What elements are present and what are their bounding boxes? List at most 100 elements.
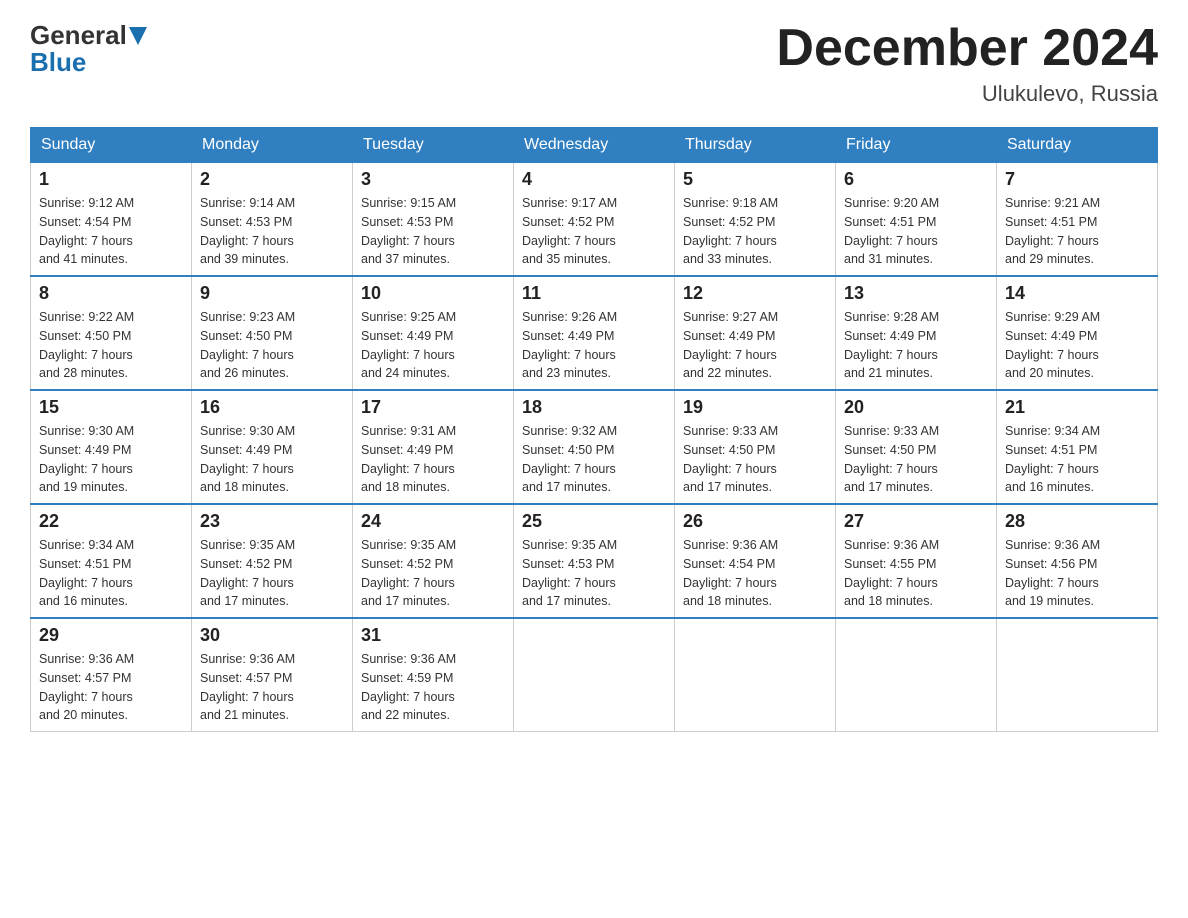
location-text: Ulukulevo, Russia [776, 81, 1158, 107]
table-row: 1 Sunrise: 9:12 AMSunset: 4:54 PMDaylight… [31, 163, 192, 277]
day-info: Sunrise: 9:29 AMSunset: 4:49 PMDaylight:… [1005, 308, 1149, 383]
day-number: 22 [39, 511, 183, 532]
day-number: 30 [200, 625, 344, 646]
table-row: 22 Sunrise: 9:34 AMSunset: 4:51 PMDayligh… [31, 504, 192, 618]
calendar-week-3: 15 Sunrise: 9:30 AMSunset: 4:49 PMDayligh… [31, 390, 1158, 504]
day-number: 24 [361, 511, 505, 532]
day-number: 13 [844, 283, 988, 304]
day-number: 10 [361, 283, 505, 304]
table-row: 29 Sunrise: 9:36 AMSunset: 4:57 PMDayligh… [31, 618, 192, 732]
day-info: Sunrise: 9:35 AMSunset: 4:52 PMDaylight:… [200, 536, 344, 611]
page-header: General Blue December 2024 Ulukulevo, Ru… [30, 20, 1158, 107]
day-info: Sunrise: 9:32 AMSunset: 4:50 PMDaylight:… [522, 422, 666, 497]
day-number: 8 [39, 283, 183, 304]
calendar-week-1: 1 Sunrise: 9:12 AMSunset: 4:54 PMDaylight… [31, 163, 1158, 277]
day-info: Sunrise: 9:33 AMSunset: 4:50 PMDaylight:… [683, 422, 827, 497]
table-row: 16Sunrise: 9:30 AMSunset: 4:49 PMDayligh… [192, 390, 353, 504]
table-row: 3Sunrise: 9:15 AMSunset: 4:53 PMDaylight… [353, 163, 514, 277]
day-info: Sunrise: 9:27 AMSunset: 4:49 PMDaylight:… [683, 308, 827, 383]
table-row: 10 Sunrise: 9:25 AMSunset: 4:49 PMDayligh… [353, 276, 514, 390]
day-number: 31 [361, 625, 505, 646]
day-info: Sunrise: 9:21 AMSunset: 4:51 PMDaylight:… [1005, 194, 1149, 269]
day-number: 9 [200, 283, 344, 304]
calendar-table: Sunday Monday Tuesday Wednesday Thursday… [30, 127, 1158, 732]
day-number: 17 [361, 397, 505, 418]
table-row [514, 618, 675, 732]
logo: General Blue [30, 20, 147, 78]
day-number: 4 [522, 169, 666, 190]
table-row: 14Sunrise: 9:29 AMSunset: 4:49 PMDayligh… [997, 276, 1158, 390]
calendar-week-4: 22 Sunrise: 9:34 AMSunset: 4:51 PMDayligh… [31, 504, 1158, 618]
col-sunday: Sunday [31, 128, 192, 163]
table-row: 2 Sunrise: 9:14 AMSunset: 4:53 PMDaylight… [192, 163, 353, 277]
day-info: Sunrise: 9:12 AMSunset: 4:54 PMDaylight:… [39, 194, 183, 269]
day-number: 2 [200, 169, 344, 190]
day-info: Sunrise: 9:34 AMSunset: 4:51 PMDaylight:… [1005, 422, 1149, 497]
table-row: 27 Sunrise: 9:36 AMSunset: 4:55 PMDayligh… [836, 504, 997, 618]
table-row: 30 Sunrise: 9:36 AMSunset: 4:57 PMDayligh… [192, 618, 353, 732]
table-row: 7 Sunrise: 9:21 AMSunset: 4:51 PMDaylight… [997, 163, 1158, 277]
day-number: 26 [683, 511, 827, 532]
calendar-header-row: Sunday Monday Tuesday Wednesday Thursday… [31, 128, 1158, 163]
day-info: Sunrise: 9:34 AMSunset: 4:51 PMDaylight:… [39, 536, 183, 611]
table-row: 6Sunrise: 9:20 AMSunset: 4:51 PMDaylight… [836, 163, 997, 277]
day-info: Sunrise: 9:36 AMSunset: 4:57 PMDaylight:… [200, 650, 344, 725]
day-number: 21 [1005, 397, 1149, 418]
day-info: Sunrise: 9:25 AMSunset: 4:49 PMDaylight:… [361, 308, 505, 383]
table-row: 4 Sunrise: 9:17 AMSunset: 4:52 PMDaylight… [514, 163, 675, 277]
day-info: Sunrise: 9:14 AMSunset: 4:53 PMDaylight:… [200, 194, 344, 269]
day-info: Sunrise: 9:33 AMSunset: 4:50 PMDaylight:… [844, 422, 988, 497]
table-row [836, 618, 997, 732]
col-tuesday: Tuesday [353, 128, 514, 163]
col-saturday: Saturday [997, 128, 1158, 163]
day-info: Sunrise: 9:20 AMSunset: 4:51 PMDaylight:… [844, 194, 988, 269]
day-info: Sunrise: 9:36 AMSunset: 4:57 PMDaylight:… [39, 650, 183, 725]
logo-arrow-icon [129, 27, 147, 47]
day-number: 7 [1005, 169, 1149, 190]
day-number: 12 [683, 283, 827, 304]
col-monday: Monday [192, 128, 353, 163]
table-row: 21 Sunrise: 9:34 AMSunset: 4:51 PMDayligh… [997, 390, 1158, 504]
table-row [997, 618, 1158, 732]
day-info: Sunrise: 9:23 AMSunset: 4:50 PMDaylight:… [200, 308, 344, 383]
day-number: 29 [39, 625, 183, 646]
day-info: Sunrise: 9:22 AMSunset: 4:50 PMDaylight:… [39, 308, 183, 383]
table-row: 23Sunrise: 9:35 AMSunset: 4:52 PMDayligh… [192, 504, 353, 618]
table-row: 20 Sunrise: 9:33 AMSunset: 4:50 PMDayligh… [836, 390, 997, 504]
day-info: Sunrise: 9:35 AMSunset: 4:52 PMDaylight:… [361, 536, 505, 611]
table-row: 24 Sunrise: 9:35 AMSunset: 4:52 PMDayligh… [353, 504, 514, 618]
table-row: 19 Sunrise: 9:33 AMSunset: 4:50 PMDayligh… [675, 390, 836, 504]
day-info: Sunrise: 9:36 AMSunset: 4:59 PMDaylight:… [361, 650, 505, 725]
col-thursday: Thursday [675, 128, 836, 163]
day-number: 27 [844, 511, 988, 532]
day-info: Sunrise: 9:36 AMSunset: 4:55 PMDaylight:… [844, 536, 988, 611]
table-row: 12 Sunrise: 9:27 AMSunset: 4:49 PMDayligh… [675, 276, 836, 390]
table-row: 8 Sunrise: 9:22 AMSunset: 4:50 PMDaylight… [31, 276, 192, 390]
day-number: 20 [844, 397, 988, 418]
table-row: 31 Sunrise: 9:36 AMSunset: 4:59 PMDayligh… [353, 618, 514, 732]
day-number: 5 [683, 169, 827, 190]
table-row [675, 618, 836, 732]
table-row: 25Sunrise: 9:35 AMSunset: 4:53 PMDayligh… [514, 504, 675, 618]
table-row: 28 Sunrise: 9:36 AMSunset: 4:56 PMDayligh… [997, 504, 1158, 618]
day-number: 18 [522, 397, 666, 418]
day-info: Sunrise: 9:36 AMSunset: 4:54 PMDaylight:… [683, 536, 827, 611]
day-number: 28 [1005, 511, 1149, 532]
table-row: 17Sunrise: 9:31 AMSunset: 4:49 PMDayligh… [353, 390, 514, 504]
day-number: 11 [522, 283, 666, 304]
day-info: Sunrise: 9:30 AMSunset: 4:49 PMDaylight:… [39, 422, 183, 497]
table-row: 5 Sunrise: 9:18 AMSunset: 4:52 PMDaylight… [675, 163, 836, 277]
day-number: 15 [39, 397, 183, 418]
calendar-week-2: 8 Sunrise: 9:22 AMSunset: 4:50 PMDaylight… [31, 276, 1158, 390]
table-row: 11Sunrise: 9:26 AMSunset: 4:49 PMDayligh… [514, 276, 675, 390]
day-number: 19 [683, 397, 827, 418]
day-info: Sunrise: 9:18 AMSunset: 4:52 PMDaylight:… [683, 194, 827, 269]
table-row: 9 Sunrise: 9:23 AMSunset: 4:50 PMDaylight… [192, 276, 353, 390]
col-friday: Friday [836, 128, 997, 163]
table-row: 18 Sunrise: 9:32 AMSunset: 4:50 PMDayligh… [514, 390, 675, 504]
day-info: Sunrise: 9:17 AMSunset: 4:52 PMDaylight:… [522, 194, 666, 269]
day-info: Sunrise: 9:36 AMSunset: 4:56 PMDaylight:… [1005, 536, 1149, 611]
calendar-week-5: 29 Sunrise: 9:36 AMSunset: 4:57 PMDayligh… [31, 618, 1158, 732]
day-number: 25 [522, 511, 666, 532]
day-number: 1 [39, 169, 183, 190]
